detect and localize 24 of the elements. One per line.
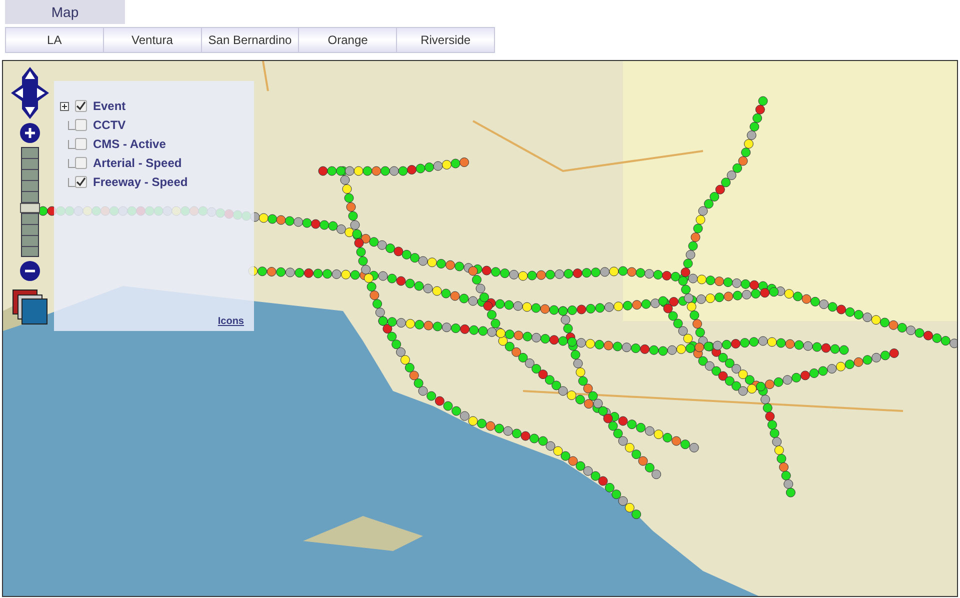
layer-label: Freeway - Speed: [93, 174, 188, 191]
layer-checkbox[interactable]: [75, 176, 87, 188]
map-tab[interactable]: Map: [5, 0, 125, 24]
zoom-thumb[interactable]: [20, 203, 40, 213]
expand-icon[interactable]: [60, 102, 69, 110]
layer-checkbox[interactable]: [75, 119, 87, 131]
icons-link[interactable]: Icons: [218, 314, 244, 329]
region-tab[interactable]: LA: [6, 28, 104, 52]
layer-switcher-icon[interactable]: [12, 289, 48, 325]
zoom-slider[interactable]: [21, 147, 39, 257]
region-tab[interactable]: San Bernardino: [202, 28, 300, 52]
zoom-out-icon[interactable]: [20, 261, 40, 281]
layer-checkbox[interactable]: [75, 157, 87, 169]
region-tab[interactable]: Orange: [299, 28, 398, 52]
region-tab[interactable]: Riverside: [397, 28, 494, 52]
layer-checkbox[interactable]: [75, 138, 87, 150]
layer-checkbox[interactable]: [75, 100, 87, 112]
region-tab[interactable]: Ventura: [104, 28, 202, 52]
zoom-in-icon[interactable]: [20, 123, 40, 143]
layer-label: Arterial - Speed: [93, 155, 182, 172]
layer-label: CCTV: [93, 117, 126, 134]
pan-control-icon[interactable]: [11, 67, 49, 119]
layer-label: CMS - Active: [93, 136, 166, 153]
layer-label: Event: [93, 98, 126, 115]
